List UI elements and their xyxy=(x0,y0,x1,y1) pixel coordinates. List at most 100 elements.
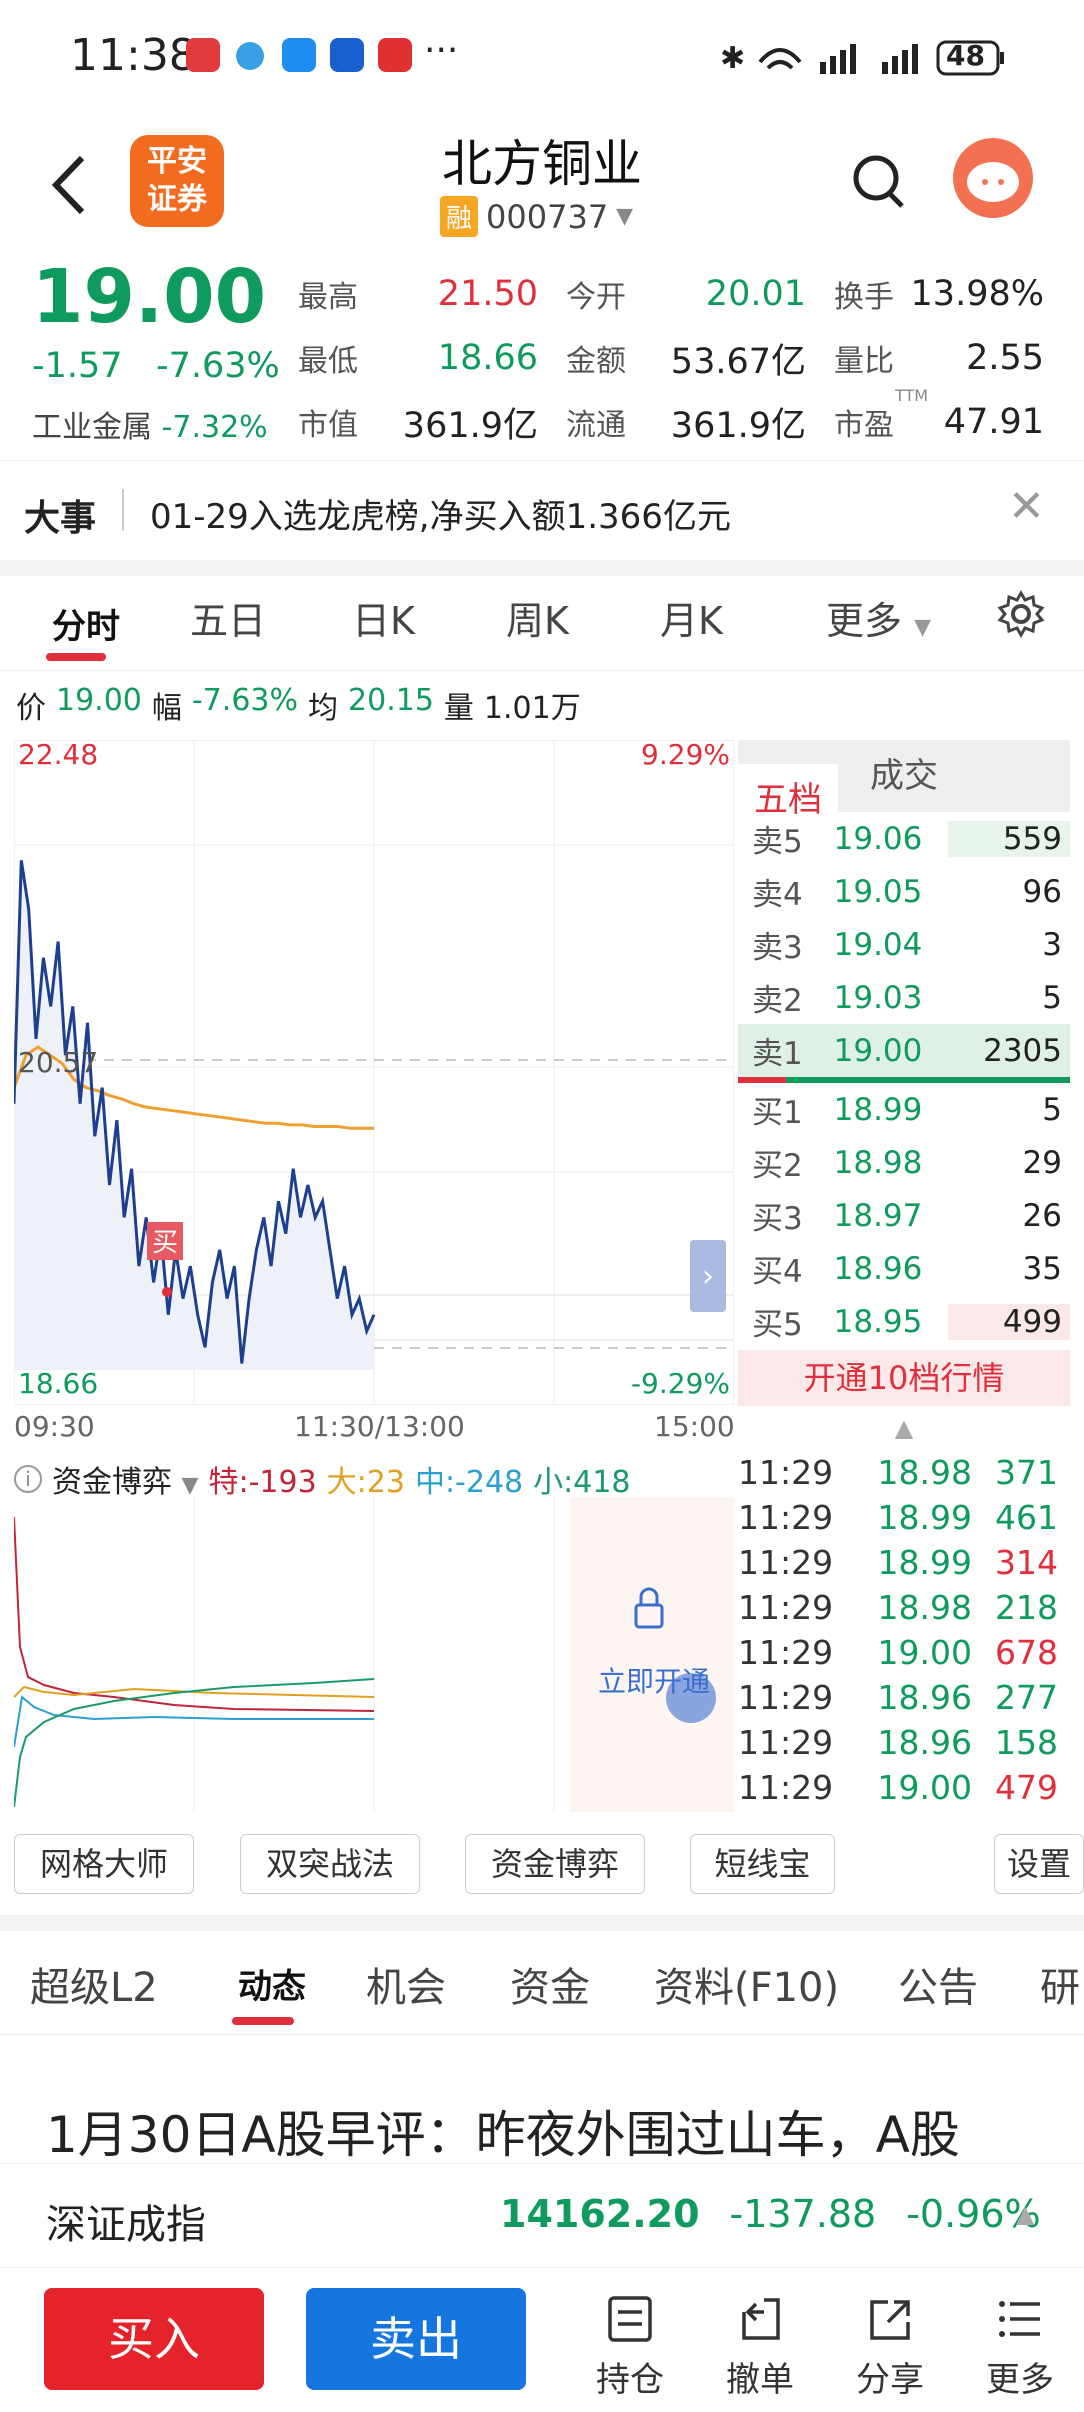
search-icon[interactable] xyxy=(852,152,908,212)
tab-profile[interactable]: 资料(F10) xyxy=(654,1955,839,2013)
time-axis: 09:30 11:30/13:00 15:00 xyxy=(14,1410,735,1450)
ask-row: 卖3 19.04 3 xyxy=(738,918,1070,971)
trade-volume: 218 xyxy=(995,1588,1058,1627)
level-price: 19.04 xyxy=(833,926,923,963)
holdings-button[interactable]: 持仓 xyxy=(580,2294,680,2401)
more-button[interactable]: 更多 xyxy=(970,2294,1070,2401)
info-icon[interactable]: i xyxy=(14,1465,42,1493)
stat-label: 量比 xyxy=(834,344,894,379)
level-price: 18.95 xyxy=(833,1303,923,1340)
cancel-order-label: 撤单 xyxy=(726,2360,794,2400)
industry-name: 工业金属 xyxy=(32,410,152,445)
app-notification-icon xyxy=(378,38,412,72)
trade-row: 11:29 19.00 479 xyxy=(738,1765,1070,1810)
level-volume: 5 xyxy=(1042,979,1062,1016)
tab-research[interactable]: 研 xyxy=(1040,1955,1080,2013)
action-bar: 买入 卖出 持仓 撤单 分享 更多 xyxy=(0,2270,1084,2412)
trade-time: 11:29 xyxy=(738,1723,834,1762)
stat-label: 换手 xyxy=(834,280,894,315)
trade-row: 11:29 19.00 678 xyxy=(738,1630,1070,1675)
cancel-order-button[interactable]: 撤单 xyxy=(710,2294,810,2401)
chart-min-pct-label: -9.29% xyxy=(631,1367,730,1400)
tab-intraday[interactable]: 分时 xyxy=(36,599,136,648)
level-label: 卖3 xyxy=(752,930,803,966)
fund-flow-selector[interactable]: 资金博弈 ▼ xyxy=(52,1457,198,1501)
tab-super-l2[interactable]: 超级L2 xyxy=(30,1955,158,2013)
double-breakout-button[interactable]: 双突战法 xyxy=(240,1834,420,1894)
trade-price: 18.96 xyxy=(877,1723,972,1762)
news-headline[interactable]: 1月30日A股早评：昨夜外围过山车，A股 xyxy=(46,2095,960,2167)
assistant-avatar-icon[interactable] xyxy=(953,138,1033,218)
tab-opportunity[interactable]: 机会 xyxy=(366,1955,446,2013)
scroll-up-icon[interactable]: ▲ xyxy=(738,1406,1070,1450)
level-volume: 29 xyxy=(1022,1144,1062,1181)
svg-text:✱: ✱ xyxy=(720,41,745,76)
trade-time: 11:29 xyxy=(738,1768,834,1807)
tab-five-day[interactable]: 五日 xyxy=(190,590,266,645)
tab-more-label: 更多 xyxy=(826,599,903,643)
share-button[interactable]: 分享 xyxy=(840,2294,940,2401)
sell-button[interactable]: 卖出 xyxy=(306,2288,526,2390)
settings-gear-icon[interactable] xyxy=(996,589,1046,639)
buy-button[interactable]: 买入 xyxy=(44,2288,264,2390)
level-price: 19.03 xyxy=(833,979,923,1016)
price-change: -1.57 -7.63% xyxy=(32,346,280,386)
index-ticker[interactable]: 深证成指 14162.20 -137.88 -0.96% ▲ xyxy=(0,2163,1084,2268)
section-divider xyxy=(0,1915,1084,1931)
tab-monthly-k[interactable]: 月K xyxy=(660,590,723,645)
fund-super-large: 特:-193 xyxy=(208,1465,317,1500)
stock-name: 北方铜业 xyxy=(442,135,642,193)
tab-announcements[interactable]: 公告 xyxy=(898,1955,978,2013)
stat-value: 2.55 xyxy=(966,338,1044,378)
industry-percent: -7.32% xyxy=(161,410,268,445)
grid-master-button[interactable]: 网格大师 xyxy=(14,1834,194,1894)
fund-game-button[interactable]: 资金博弈 xyxy=(465,1834,645,1894)
bid-row: 买5 18.95 499 xyxy=(738,1295,1070,1348)
stat-label: 今开 xyxy=(566,280,626,315)
bid-row: 买3 18.97 26 xyxy=(738,1189,1070,1242)
trade-price: 18.98 xyxy=(877,1453,972,1492)
tab-daily-k[interactable]: 日K xyxy=(352,590,415,645)
level-volume: 559 xyxy=(948,820,1070,857)
tab-weekly-k[interactable]: 周K xyxy=(506,590,569,645)
share-icon xyxy=(870,2300,910,2340)
dropdown-arrow-icon: ▼ xyxy=(181,1473,199,1498)
close-icon[interactable]: ✕ xyxy=(1008,481,1045,532)
chart-prev-close-label: 20.57 xyxy=(18,1046,98,1079)
fund-flow-name: 资金博弈 xyxy=(52,1465,172,1500)
level-label: 买2 xyxy=(752,1148,803,1184)
tab-news-feed[interactable]: 动态 xyxy=(222,1959,322,2008)
info-label: 均 xyxy=(308,691,339,726)
level-label: 买1 xyxy=(752,1095,803,1131)
level-price: 19.06 xyxy=(833,820,923,857)
industry-change[interactable]: 工业金属 -7.32% xyxy=(32,402,268,446)
quote-stats: 最高 21.50 今开 20.01 换手 13.98% 最低 18.66 金额 53.67… xyxy=(298,262,1068,454)
intraday-chart[interactable]: 22.48 9.29% 20.57 18.66 -9.29% 买 › xyxy=(14,740,734,1405)
current-price: 19.00 xyxy=(32,254,267,340)
ask-row: 卖5 19.06 559 xyxy=(738,812,1070,865)
message-icon xyxy=(282,38,316,72)
divider xyxy=(122,489,124,531)
ask-row: 卖2 19.03 5 xyxy=(738,971,1070,1024)
news-tag: 大事 xyxy=(24,498,97,539)
info-volume: 1.01万 xyxy=(483,691,581,726)
open-ten-levels-button[interactable]: 开通10档行情 xyxy=(738,1350,1070,1406)
chart-max-pct-label: 9.29% xyxy=(641,740,730,771)
unlock-button[interactable]: 立即开通 xyxy=(598,1660,710,1700)
news-bar[interactable]: 大事 01-29入选龙虎榜,净买入额1.366亿元 ✕ xyxy=(0,460,1084,560)
tab-funds[interactable]: 资金 xyxy=(510,1955,590,2013)
trade-volume: 678 xyxy=(995,1633,1058,1672)
fund-small: 小:418 xyxy=(533,1465,631,1500)
stock-code-selector[interactable]: 融 000737 ▼ xyxy=(440,196,633,237)
short-term-button[interactable]: 短线宝 xyxy=(690,1834,835,1894)
expand-up-icon[interactable]: ▲ xyxy=(1016,2200,1034,2228)
level-volume: 26 xyxy=(1022,1197,1062,1234)
ask-row: 卖4 19.05 96 xyxy=(738,865,1070,918)
settings-button[interactable]: 设置 xyxy=(994,1834,1084,1894)
trade-time: 11:29 xyxy=(738,1678,834,1717)
tab-more[interactable]: 更多 ▼ xyxy=(826,590,931,645)
level-volume: 2305 xyxy=(983,1032,1062,1069)
info-tabs: 超级L2 动态 机会 资金 资料(F10) 公告 研 xyxy=(0,1935,1084,2035)
tool-buttons: 网格大师 双突战法 资金博弈 短线宝 设置 xyxy=(0,1834,1084,1894)
battery-level: 48 xyxy=(946,39,985,72)
